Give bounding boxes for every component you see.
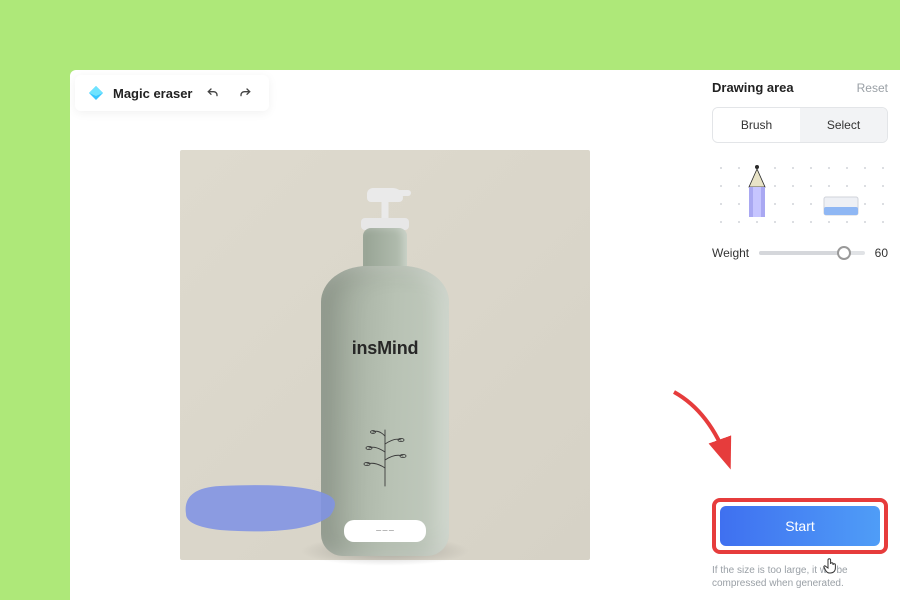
canvas-area[interactable]: insMind — — — [70,70,700,600]
reset-button[interactable]: Reset [857,81,888,95]
app-logo-icon [87,84,105,102]
weight-label: Weight [712,246,749,260]
panel-footer: Start If the size is too large, it will … [712,498,888,590]
slider-thumb[interactable] [837,246,851,260]
tab-select[interactable]: Select [800,108,887,142]
start-highlight: Start [712,498,888,554]
redo-button[interactable] [233,81,257,105]
eraser-tool-icon[interactable] [822,187,860,222]
pump-nozzle [399,190,411,196]
tool-title: Magic eraser [113,86,193,101]
start-button[interactable]: Start [720,506,880,546]
weight-value: 60 [875,246,888,260]
panel-title: Drawing area [712,80,794,95]
slider-fill [759,251,843,255]
tab-brush[interactable]: Brush [713,108,800,142]
weight-slider[interactable] [759,251,865,255]
brush-tool-icon[interactable] [740,165,774,222]
panel-header: Drawing area Reset [712,80,888,95]
eraser-mask-stroke [180,476,340,538]
hint-text: If the size is too large, it will be com… [712,564,888,590]
tool-choices [712,159,888,232]
mode-tabs: Brush Select [712,107,888,143]
toolbar: Magic eraser [75,75,269,111]
redo-icon [237,85,253,101]
weight-row: Weight 60 [712,246,888,260]
app-window: Magic eraser insMind — — — [70,70,900,600]
undo-icon [205,85,221,101]
plant-sketch-icon [345,408,425,488]
bottle-footer-label: — — — [344,520,426,542]
side-panel: Drawing area Reset Brush Select Weight 6… [700,70,900,600]
canvas-image: insMind — — — [180,150,590,560]
undo-button[interactable] [201,81,225,105]
product-brand: insMind [315,338,455,359]
